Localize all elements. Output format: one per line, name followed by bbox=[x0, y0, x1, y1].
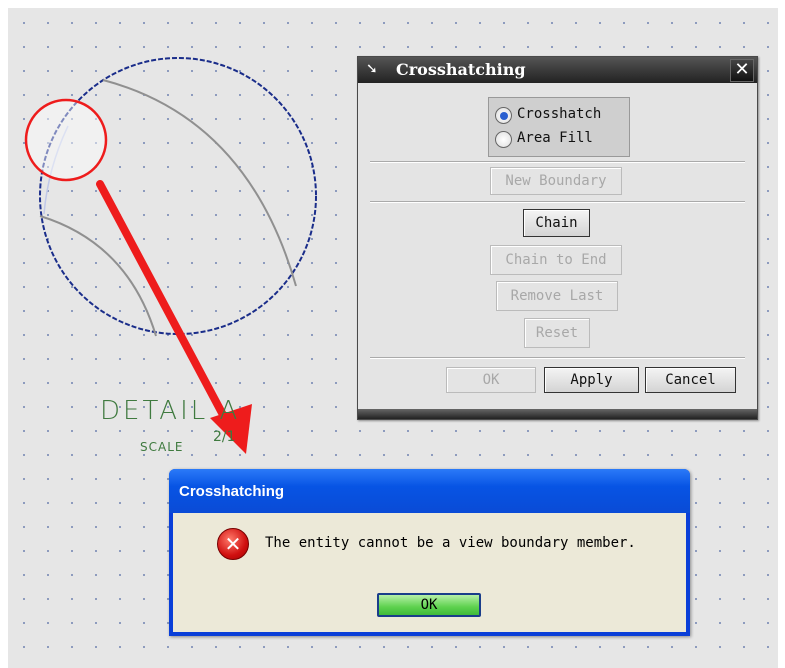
new-boundary-button[interactable]: New Boundary bbox=[490, 167, 622, 195]
radio-crosshatch-label: Crosshatch bbox=[517, 106, 602, 122]
apply-button[interactable]: Apply bbox=[544, 367, 639, 393]
error-icon: ✕ bbox=[217, 528, 249, 560]
chain-to-end-button[interactable]: Chain to End bbox=[490, 245, 622, 275]
radio-area-fill-label: Area Fill bbox=[517, 130, 593, 146]
cancel-button[interactable]: Cancel bbox=[645, 367, 736, 393]
geometry-curve-inner[interactable] bbox=[39, 215, 157, 337]
message-titlebar[interactable]: Crosshatching bbox=[169, 469, 690, 513]
message-title: Crosshatching bbox=[179, 483, 285, 500]
error-message-box: Crosshatching ✕ The entity cannot be a v… bbox=[169, 469, 690, 636]
ok-button[interactable]: OK bbox=[377, 593, 481, 617]
arrow-cursor-icon: ➘ bbox=[366, 61, 378, 77]
separator bbox=[370, 201, 745, 203]
dialog-footer-bar bbox=[358, 409, 757, 419]
radio-selected-icon bbox=[495, 107, 512, 124]
close-icon[interactable]: ✕ bbox=[730, 59, 754, 82]
scale-value: 2/1 bbox=[213, 429, 236, 445]
message-client-area: ✕ The entity cannot be a view boundary m… bbox=[173, 513, 686, 632]
annotation-arrow-shaft bbox=[96, 180, 234, 432]
highlight-circle bbox=[24, 98, 108, 182]
scale-label: SCALE bbox=[140, 440, 184, 454]
hatch-type-radio-group: Crosshatch Area Fill bbox=[488, 97, 630, 157]
geometry-curve-outer[interactable] bbox=[102, 79, 297, 287]
chain-button[interactable]: Chain bbox=[523, 209, 590, 237]
reset-button[interactable]: Reset bbox=[524, 318, 590, 348]
radio-unselected-icon bbox=[495, 131, 512, 148]
ok-button-disabled[interactable]: OK bbox=[446, 367, 536, 393]
error-message-text: The entity cannot be a view boundary mem… bbox=[265, 535, 636, 551]
dialog-titlebar[interactable]: ➘ Crosshatching ✕ bbox=[358, 57, 757, 83]
crosshatching-dialog: ➘ Crosshatching ✕ Crosshatch Area Fill N… bbox=[357, 56, 758, 420]
detail-label: DETAIL A bbox=[100, 396, 241, 426]
dialog-body: Crosshatch Area Fill New Boundary Chain … bbox=[358, 83, 757, 407]
remove-last-button[interactable]: Remove Last bbox=[496, 281, 618, 311]
separator bbox=[370, 357, 745, 359]
view-boundary-circle[interactable] bbox=[39, 57, 317, 335]
dialog-title: Crosshatching bbox=[396, 60, 526, 79]
separator bbox=[370, 161, 745, 163]
